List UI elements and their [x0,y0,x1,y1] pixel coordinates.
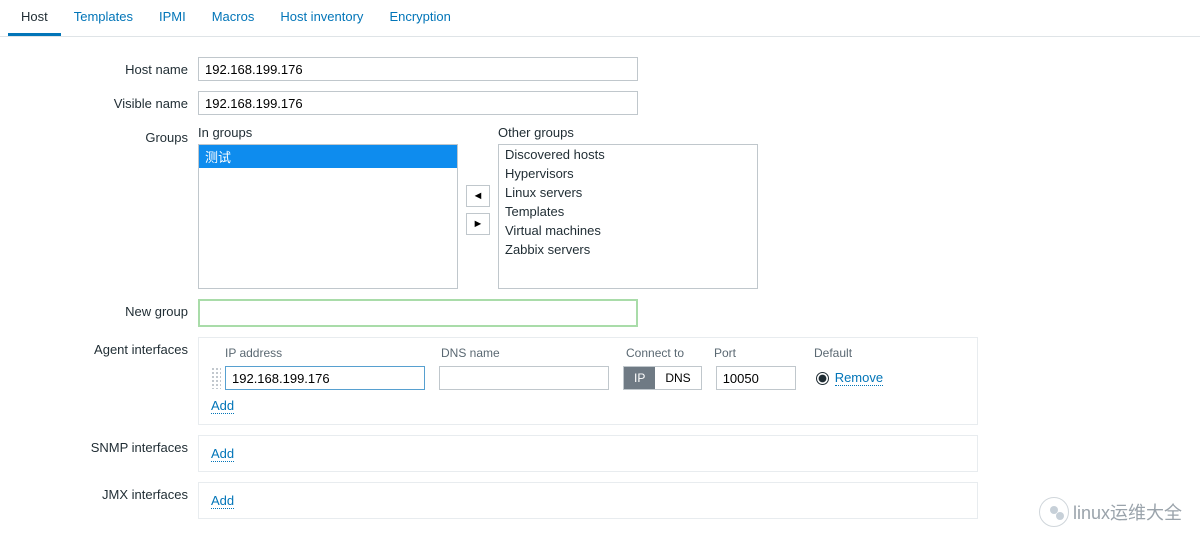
agent-interfaces-label: Agent interfaces [0,337,198,357]
col-header-default: Default [814,346,894,360]
col-header-dns: DNS name [441,346,626,360]
agent-dns-input[interactable] [439,366,609,390]
visible-name-input[interactable] [198,91,638,115]
list-item[interactable]: Zabbix servers [499,240,757,259]
snmp-add-link[interactable]: Add [211,446,234,462]
connect-to-toggle: IP DNS [623,366,702,390]
agent-ip-input[interactable] [225,366,425,390]
agent-interface-row: IP DNS Remove [211,366,965,390]
col-header-connect: Connect to [626,346,714,360]
move-right-button[interactable]: ► [466,213,490,235]
tab-ipmi[interactable]: IPMI [146,0,199,36]
connect-dns-button[interactable]: DNS [655,367,700,389]
list-item[interactable]: Linux servers [499,183,757,202]
list-item[interactable]: Virtual machines [499,221,757,240]
tab-macros[interactable]: Macros [199,0,268,36]
jmx-interfaces-label: JMX interfaces [0,482,198,502]
col-header-port: Port [714,346,814,360]
agent-remove-link[interactable]: Remove [835,370,883,386]
other-groups-listbox[interactable]: Discovered hosts Hypervisors Linux serve… [498,144,758,289]
list-item[interactable]: 测试 [199,145,457,168]
tabs-bar: Host Templates IPMI Macros Host inventor… [0,0,1200,37]
host-name-label: Host name [0,57,198,77]
other-groups-label: Other groups [498,125,758,140]
new-group-input[interactable] [198,299,638,327]
in-groups-listbox[interactable]: 测试 [198,144,458,289]
groups-label: Groups [0,125,198,145]
host-form: Host name Visible name Groups In groups … [0,37,1200,519]
host-name-input[interactable] [198,57,638,81]
tab-templates[interactable]: Templates [61,0,146,36]
in-groups-label: In groups [198,125,458,140]
agent-default-radio[interactable] [816,372,829,385]
list-item[interactable]: Hypervisors [499,164,757,183]
jmx-add-link[interactable]: Add [211,493,234,509]
snmp-interfaces-label: SNMP interfaces [0,435,198,455]
agent-add-link[interactable]: Add [211,398,234,414]
tab-host-inventory[interactable]: Host inventory [267,0,376,36]
tab-encryption[interactable]: Encryption [376,0,463,36]
col-header-ip: IP address [211,346,441,360]
connect-ip-button[interactable]: IP [624,367,655,389]
tab-host[interactable]: Host [8,0,61,36]
list-item[interactable]: Templates [499,202,757,221]
agent-port-input[interactable] [716,366,796,390]
move-left-button[interactable]: ◄ [466,185,490,207]
snmp-interfaces-box: Add [198,435,978,472]
jmx-interfaces-box: Add [198,482,978,519]
drag-handle-icon[interactable] [211,367,221,389]
visible-name-label: Visible name [0,91,198,111]
agent-interfaces-box: IP address DNS name Connect to Port Defa… [198,337,978,425]
new-group-label: New group [0,299,198,319]
list-item[interactable]: Discovered hosts [499,145,757,164]
